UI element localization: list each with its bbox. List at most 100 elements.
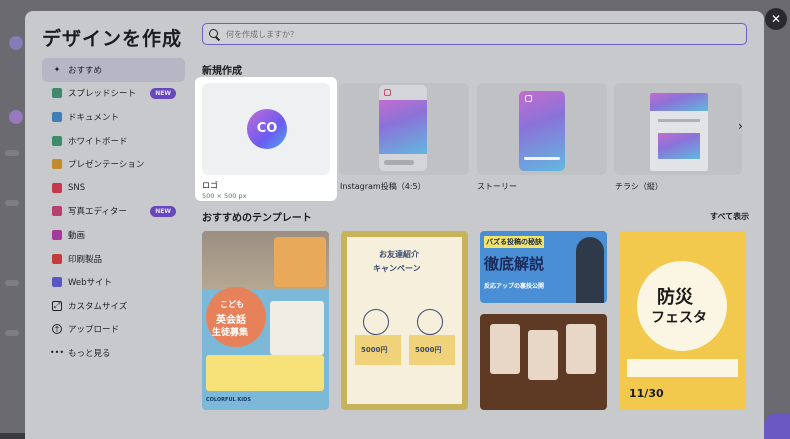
instagram-mockup [379, 85, 427, 171]
template-text: 反応アップの裏技公開 [484, 283, 545, 290]
sidebar-item-label: おすすめ [68, 65, 103, 76]
story-mockup [519, 91, 565, 171]
template-phone-mock [566, 324, 596, 374]
search-input[interactable] [226, 29, 726, 39]
sidebar-item-whiteboard[interactable]: ホワイトボード [42, 129, 185, 153]
sidebar-item-label: ホワイトボード [68, 136, 128, 147]
document-icon [52, 111, 62, 122]
sidebar-item-more[interactable]: ••• もっと見る [42, 341, 185, 365]
template-text: キャンペーン [373, 264, 421, 273]
template-text: 5000円 [415, 346, 442, 354]
chevron-right-icon[interactable]: › [738, 119, 743, 133]
template-text: こども [220, 300, 244, 309]
search-icon [209, 28, 220, 40]
template-buzz-post[interactable]: バズる投稿の秘訣 徹底解説 反応アップの裏技公開 [480, 231, 607, 303]
template-text: バズる投稿の秘訣 [484, 236, 544, 248]
new-badge: NEW [150, 87, 176, 99]
background-avatar [9, 36, 23, 50]
presentation-icon [52, 159, 62, 170]
sidebar-item-website[interactable]: Webサイト [42, 270, 185, 294]
create-card-label: ストーリー [477, 182, 517, 191]
more-icon: ••• [49, 348, 65, 358]
template-text: 5000円 [361, 346, 388, 354]
template-design-portfolio[interactable] [480, 314, 607, 410]
sidebar-item-label: 印刷製品 [68, 254, 103, 265]
template-info-strip [627, 359, 738, 377]
heart-icon [52, 182, 62, 193]
spreadsheet-icon [52, 88, 62, 99]
sidebar-item-label: カスタムサイズ [68, 301, 128, 312]
template-phone-mock [490, 324, 520, 374]
background-line [5, 330, 19, 336]
sidebar-item-presentation[interactable]: プレゼンテーション [42, 152, 185, 176]
sidebar-item-custom-size[interactable]: ⤢ カスタムサイズ [42, 294, 185, 318]
template-kids-english[interactable]: こども 英会話 生徒募集 COLORFUL KIDS [202, 231, 329, 410]
create-card-logo[interactable]: CO ロゴ 500 × 500 px [195, 77, 337, 201]
template-text: 英会話 [216, 315, 246, 326]
template-banner [274, 237, 326, 287]
flyer-mockup [650, 93, 708, 171]
template-disaster-festa[interactable]: 防災 フェスタ 11/30 [619, 231, 746, 410]
flyer-line [658, 119, 700, 122]
sidebar-item-sns[interactable]: SNS [42, 176, 185, 200]
template-text: 徹底解説 [484, 255, 545, 273]
template-text: フェスタ [651, 310, 707, 326]
create-design-modal: デザインを作成 ✦ おすすめ スプレッドシート NEW ドキュメント ホワイトボ… [25, 11, 764, 439]
logo-badge: CO [247, 109, 287, 149]
sidebar-item-label: アップロード [68, 325, 120, 336]
logo-preview: CO [202, 83, 330, 175]
background-fab [764, 413, 790, 439]
create-card-label: ロゴ [202, 181, 218, 190]
template-phone-mock [528, 330, 558, 380]
sidebar-item-label: ドキュメント [68, 112, 120, 123]
background-line [5, 200, 19, 206]
create-card-size: 500 × 500 px [202, 192, 247, 200]
create-card-instagram[interactable] [339, 83, 469, 175]
template-person [576, 237, 604, 303]
search-bar[interactable] [202, 23, 747, 45]
close-button[interactable]: ✕ [765, 8, 787, 30]
story-progress [524, 157, 560, 160]
whiteboard-icon [52, 135, 62, 146]
sidebar-item-upload[interactable]: ↑ アップロード [42, 318, 185, 342]
sidebar-item-print[interactable]: 印刷製品 [42, 247, 185, 271]
instagram-icon [384, 89, 391, 96]
video-icon [52, 229, 62, 240]
instagram-icon [525, 95, 532, 102]
sidebar-item-document[interactable]: ドキュメント [42, 105, 185, 129]
template-info-box [270, 301, 324, 355]
background-line [5, 150, 19, 156]
template-text: 11/30 [629, 387, 664, 400]
create-card-story[interactable] [477, 83, 607, 175]
website-icon [52, 277, 62, 288]
sidebar-item-label: 写真エディター [68, 207, 127, 218]
upload-icon: ↑ [52, 324, 62, 335]
create-section-title: 新規作成 [202, 66, 242, 77]
sidebar-item-label: Webサイト [68, 278, 113, 289]
sidebar-item-spreadsheet[interactable]: スプレッドシート NEW [42, 82, 185, 106]
template-text: COLORFUL KIDS [206, 397, 251, 403]
post-actions [384, 160, 414, 165]
sidebar-item-video[interactable]: 動画 [42, 223, 185, 247]
sidebar-item-photo-editor[interactable]: 写真エディター NEW [42, 200, 185, 224]
templates-section-title: おすすめのテンプレート [202, 213, 312, 224]
category-sidebar: ✦ おすすめ スプレッドシート NEW ドキュメント ホワイトボード プレゼンテ… [42, 58, 185, 365]
new-badge: NEW [150, 205, 176, 217]
see-all-link[interactable]: すべて表示 [710, 211, 749, 222]
sidebar-item-label: SNS [68, 182, 86, 193]
sidebar-item-recommended[interactable]: ✦ おすすめ [42, 58, 185, 82]
modal-title: デザインを作成 [42, 28, 183, 50]
flyer-image [658, 133, 700, 159]
flyer-header [650, 93, 708, 111]
create-card-label: チラシ（縦） [615, 182, 663, 191]
template-text: 生徒募集 [212, 328, 249, 338]
create-card-flyer[interactable] [614, 83, 742, 175]
background-line [5, 280, 19, 286]
close-icon: ✕ [770, 12, 782, 26]
template-illustration [363, 309, 389, 335]
template-info-box [206, 355, 324, 391]
photo-icon [52, 206, 62, 217]
custom-size-icon: ⤢ [52, 300, 62, 311]
template-text: 防災 [657, 287, 693, 308]
template-referral-campaign[interactable]: お友達紹介 キャンペーン 5000円 5000円 [341, 231, 468, 410]
